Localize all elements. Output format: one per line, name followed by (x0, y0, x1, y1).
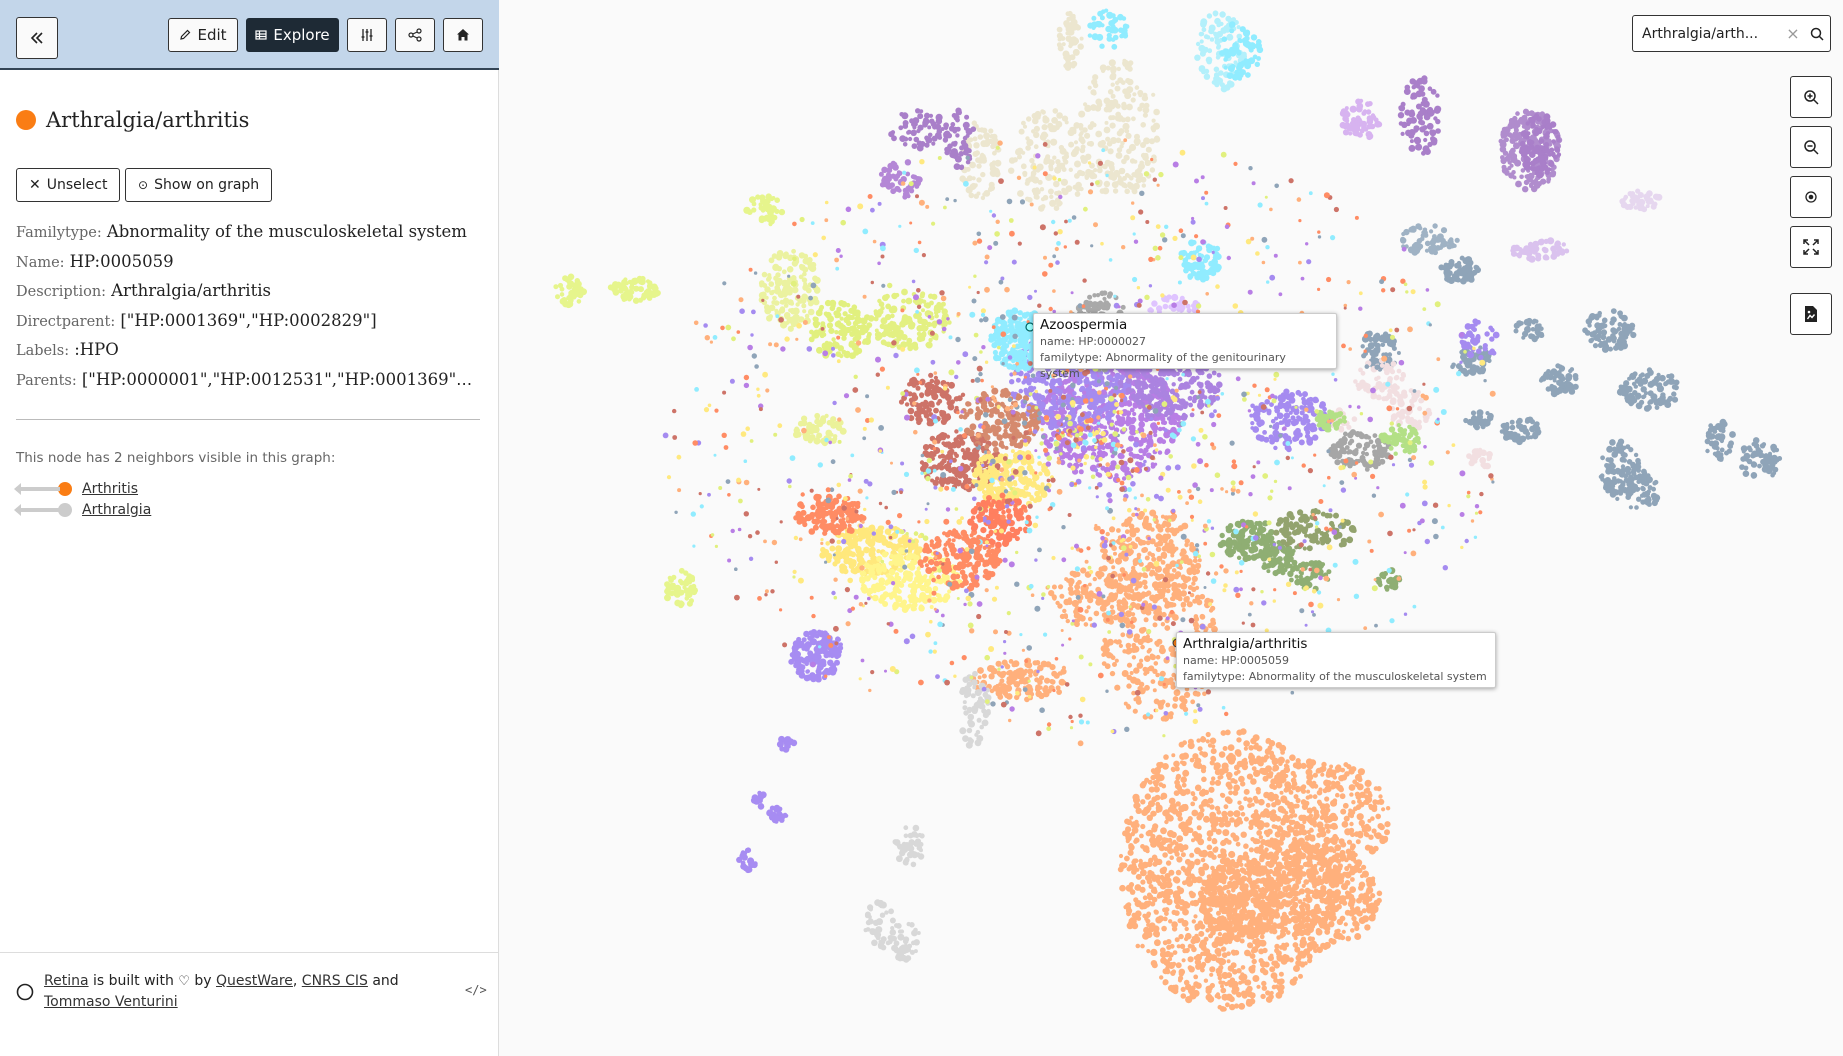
node-color-dot (16, 110, 36, 130)
search-icon[interactable] (1804, 15, 1830, 52)
code-icon[interactable]: </> (465, 983, 487, 997)
node-title: Arthralgia/arthritis (46, 108, 250, 132)
settings-button[interactable] (347, 18, 387, 52)
share-button[interactable] (395, 18, 435, 52)
close-icon: ✕ (29, 177, 41, 193)
target-icon: ⊙ (138, 178, 149, 192)
heart-icon: ♡ (178, 974, 190, 989)
neighbor-item-arthralgia: Arthralgia (14, 502, 151, 518)
edit-button[interactable]: Edit (168, 18, 238, 52)
home-button[interactable] (443, 18, 483, 52)
tommaso-link[interactable]: Tommaso Venturini (44, 994, 178, 1010)
retina-logo-icon (16, 983, 34, 1001)
show-on-graph-label: Show on graph (154, 177, 260, 193)
edit-label: Edit (197, 26, 227, 44)
table-icon (255, 30, 267, 40)
export-image-button[interactable] (1790, 293, 1832, 335)
node-properties: Familytype: Abnormality of the musculosk… (16, 222, 476, 399)
property-name: Name: HP:0005059 (16, 251, 174, 271)
zoom-out-icon (1804, 140, 1819, 155)
footer: Retina is built with ♡ by QuestWare, CNR… (0, 952, 499, 1056)
edge-arrow-icon (14, 504, 60, 516)
share-icon (408, 28, 422, 42)
show-on-graph-button[interactable]: ⊙ Show on graph (125, 168, 273, 202)
edge-arrow-icon (14, 483, 60, 495)
tooltip-azoospermia: Azoospermia name: HP:0000027 familytype:… (1033, 313, 1337, 380)
retina-link[interactable]: Retina (44, 973, 89, 989)
export-image-icon (1805, 306, 1817, 322)
neighbor-link-arthralgia[interactable]: Arthralgia (82, 502, 151, 518)
footer-credits: Retina is built with ♡ by QuestWare, CNR… (44, 973, 399, 1010)
network-graph[interactable] (500, 0, 1843, 1056)
search-input[interactable]: Arthralgia/arth... (1633, 26, 1782, 42)
cnrs-link[interactable]: CNRS CIS (302, 973, 368, 989)
node-clusters (553, 8, 1783, 1012)
zoom-in-button[interactable] (1790, 76, 1832, 118)
divider (16, 419, 480, 420)
neighbors-intro: This node has 2 neighbors visible in thi… (16, 450, 336, 466)
toolbar: Edit Explore (0, 0, 499, 70)
unselect-label: Unselect (46, 177, 108, 193)
explore-label: Explore (273, 26, 330, 44)
neighbor-color-dot (58, 503, 72, 517)
sliders-icon (361, 29, 373, 41)
double-chevron-left-icon (30, 32, 43, 44)
neighbor-color-dot (58, 482, 72, 496)
explore-button[interactable]: Explore (246, 18, 339, 52)
property-directparent: Directparent: ["HP:0001369","HP:0002829"… (16, 310, 377, 330)
questware-link[interactable]: QuestWare (216, 973, 293, 989)
unselect-button[interactable]: ✕ Unselect (16, 168, 121, 202)
search-box[interactable]: Arthralgia/arth... × (1632, 15, 1831, 52)
property-description: Description: Arthralgia/arthritis (16, 281, 271, 300)
property-parents: Parents: ["HP:0000001","HP:0012531","HP:… (16, 369, 476, 389)
center-graph-button[interactable] (1790, 176, 1832, 218)
node-header: Arthralgia/arthritis (16, 108, 249, 132)
pencil-icon (180, 29, 191, 40)
fullscreen-icon (1803, 239, 1819, 255)
collapse-sidebar-button[interactable] (16, 17, 58, 59)
property-familytype: Familytype: Abnormality of the musculosk… (16, 222, 467, 241)
home-icon (457, 29, 469, 41)
fullscreen-button[interactable] (1790, 226, 1832, 268)
zoom-in-icon (1804, 90, 1819, 105)
sidebar: Edit Explore Arthralgia/arthritis ✕ Unse… (0, 0, 499, 1056)
neighbor-item-arthritis: Arthritis (14, 481, 138, 497)
property-labels: Labels: :HPO (16, 340, 119, 359)
tooltip-arthralgia-arthritis: Arthralgia/arthritis name: HP:0005059 fa… (1176, 632, 1496, 688)
clear-search-icon[interactable]: × (1782, 24, 1804, 43)
neighbor-link-arthritis[interactable]: Arthritis (82, 481, 138, 497)
zoom-out-button[interactable] (1790, 126, 1832, 168)
center-icon (1805, 191, 1817, 203)
